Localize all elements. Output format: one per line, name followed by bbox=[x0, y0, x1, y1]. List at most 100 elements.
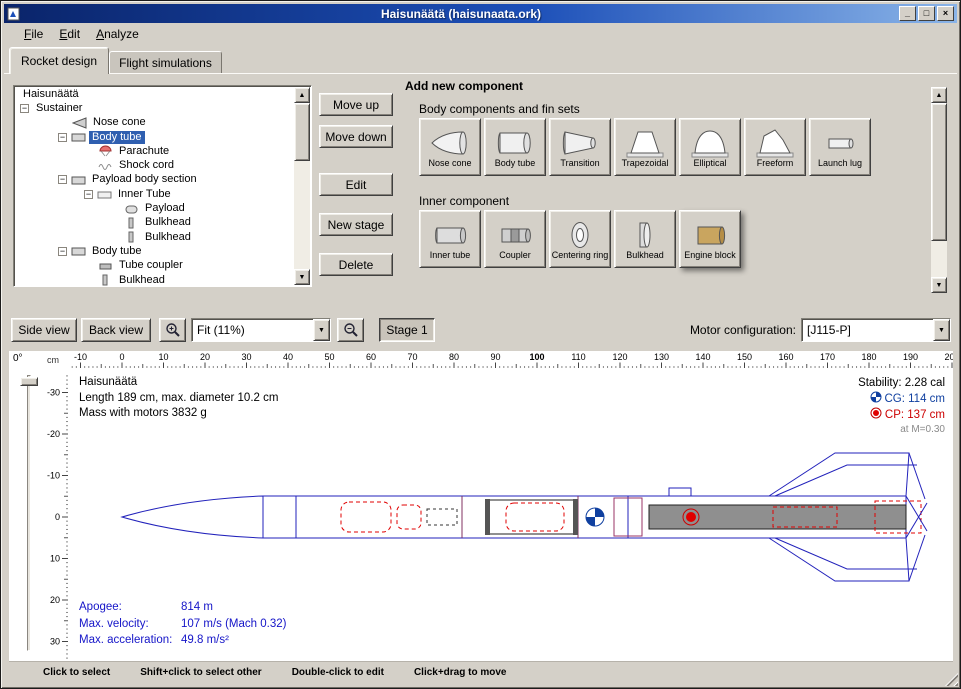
add-freeform-fin-button[interactable]: Freeform bbox=[744, 118, 806, 176]
add-launch-lug-button[interactable]: Launch lug bbox=[809, 118, 871, 176]
side-view-button[interactable]: Side view bbox=[11, 318, 77, 342]
tab-rocket-design[interactable]: Rocket design bbox=[9, 47, 109, 74]
zoom-level-select[interactable]: Fit (11%) ▼ bbox=[191, 318, 331, 342]
add-trapezoidal-fin-button[interactable]: Trapezoidal bbox=[614, 118, 676, 176]
add-component-title: Add new component bbox=[405, 79, 523, 93]
tree-item-payload-body-section[interactable]: − Payload body section bbox=[14, 173, 311, 187]
scrollbar-thumb[interactable] bbox=[294, 103, 310, 161]
svg-text:150: 150 bbox=[737, 352, 752, 362]
svg-text:0: 0 bbox=[119, 352, 124, 362]
horizontal-ruler: -100102030405060708090100110120130140150… bbox=[69, 351, 953, 369]
tree-collapse-toggle[interactable]: − bbox=[58, 175, 67, 184]
tab-flight-simulations[interactable]: Flight simulations bbox=[109, 51, 222, 74]
tree-item-body-tube[interactable]: − Body tube bbox=[14, 130, 311, 144]
flight-summary: Apogee:814 m Max. velocity:107 m/s (Mach… bbox=[79, 599, 286, 649]
add-nose-cone-button[interactable]: Nose cone bbox=[419, 118, 481, 176]
tree-item-bulkhead[interactable]: Bulkhead bbox=[14, 216, 311, 230]
launch-lug-icon bbox=[820, 128, 860, 159]
body-tube-icon bbox=[71, 174, 86, 186]
maximize-icon[interactable]: □ bbox=[918, 6, 935, 21]
svg-text:90: 90 bbox=[490, 352, 500, 362]
rotation-slider-handle[interactable] bbox=[20, 377, 38, 386]
title-bar[interactable]: Haisunäätä (haisunaata.ork) _ □ × bbox=[4, 4, 957, 23]
application-window: Haisunäätä (haisunaata.ork) _ □ × File E… bbox=[0, 0, 961, 689]
status-bar: Click to select Shift+click to select ot… bbox=[9, 661, 953, 683]
stage-1-toggle[interactable]: Stage 1 bbox=[379, 318, 435, 342]
stability-value: Stability: 2.28 cal bbox=[858, 375, 945, 391]
zoom-level-value: Fit (11%) bbox=[197, 323, 245, 337]
chevron-down-icon[interactable]: ▼ bbox=[313, 319, 330, 341]
svg-text:30: 30 bbox=[241, 352, 251, 362]
menu-analyze[interactable]: Analyze bbox=[88, 25, 147, 43]
minimize-icon[interactable]: _ bbox=[899, 6, 916, 21]
edit-button[interactable]: Edit bbox=[319, 173, 393, 196]
add-engine-block-button[interactable]: Engine block bbox=[679, 210, 741, 268]
tree-item-inner-tube[interactable]: − Inner Tube bbox=[14, 187, 311, 201]
tree-item-bulkhead[interactable]: Bulkhead bbox=[14, 230, 311, 244]
scroll-up-icon[interactable]: ▲ bbox=[294, 87, 310, 103]
tree-item-sustainer[interactable]: − Sustainer bbox=[14, 101, 311, 115]
zoom-out-button[interactable] bbox=[337, 318, 364, 342]
app-icon[interactable] bbox=[7, 7, 21, 21]
rotation-slider-track[interactable] bbox=[27, 375, 31, 651]
window-title: Haisunäätä (haisunaata.ork) bbox=[25, 7, 897, 21]
svg-text:160: 160 bbox=[778, 352, 793, 362]
svg-text:-20: -20 bbox=[47, 429, 60, 439]
component-tree: Haisunäätä − Sustainer Nose cone − Body … bbox=[13, 85, 312, 287]
parachute-outline bbox=[341, 502, 391, 532]
rocket-canvas[interactable]: Haisunäätä Length 189 cm, max. diameter … bbox=[69, 369, 953, 661]
hint-drag: Click+drag to move bbox=[414, 667, 507, 678]
tree-item-nose-cone[interactable]: Nose cone bbox=[14, 116, 311, 130]
bulkhead-icon bbox=[98, 274, 113, 286]
svg-text:50: 50 bbox=[324, 352, 334, 362]
svg-text:70: 70 bbox=[407, 352, 417, 362]
tree-item-body-tube-2[interactable]: − Body tube bbox=[14, 244, 311, 258]
tree-item-shock-cord[interactable]: Shock cord bbox=[14, 158, 311, 172]
zoom-in-button[interactable] bbox=[159, 318, 186, 342]
scroll-down-icon[interactable]: ▼ bbox=[294, 269, 310, 285]
add-transition-button[interactable]: Transition bbox=[549, 118, 611, 176]
add-component-scrollbar[interactable]: ▲ ▼ bbox=[931, 87, 947, 293]
tree-collapse-toggle[interactable]: − bbox=[58, 133, 67, 142]
add-elliptical-fin-button[interactable]: Elliptical bbox=[679, 118, 741, 176]
add-bulkhead-button[interactable]: Bulkhead bbox=[614, 210, 676, 268]
tree-item-parachute[interactable]: Parachute bbox=[14, 144, 311, 158]
max-velocity-value: 107 m/s (Mach 0.32) bbox=[181, 616, 286, 633]
move-down-button[interactable]: Move down bbox=[319, 125, 393, 148]
svg-text:-10: -10 bbox=[74, 352, 87, 362]
tree-scrollbar[interactable]: ▲ ▼ bbox=[294, 87, 310, 285]
add-coupler-button[interactable]: Coupler bbox=[484, 210, 546, 268]
trapezoidal-fin-icon bbox=[625, 128, 665, 159]
add-body-tube-button[interactable]: Body tube bbox=[484, 118, 546, 176]
add-inner-tube-button[interactable]: Inner tube bbox=[419, 210, 481, 268]
stability-info: Stability: 2.28 cal CG: 114 cm CP: 137 c… bbox=[858, 375, 945, 437]
rocket-mass: Mass with motors 3832 g bbox=[79, 406, 278, 422]
tree-item-tube-coupler[interactable]: Tube coupler bbox=[14, 259, 311, 273]
scroll-down-icon[interactable]: ▼ bbox=[931, 277, 947, 293]
add-centering-ring-button[interactable]: Centering ring bbox=[549, 210, 611, 268]
scrollbar-thumb[interactable] bbox=[931, 103, 947, 241]
body-components-label: Body components and fin sets bbox=[419, 102, 580, 116]
close-icon[interactable]: × bbox=[937, 6, 954, 21]
tree-collapse-toggle[interactable]: − bbox=[58, 247, 67, 256]
tree-item-bulkhead[interactable]: Bulkhead bbox=[14, 273, 311, 287]
scroll-up-icon[interactable]: ▲ bbox=[931, 87, 947, 103]
svg-text:100: 100 bbox=[529, 352, 544, 362]
menu-file[interactable]: File bbox=[16, 25, 51, 43]
new-stage-button[interactable]: New stage bbox=[319, 213, 393, 236]
menu-edit[interactable]: Edit bbox=[51, 25, 88, 43]
svg-text:140: 140 bbox=[695, 352, 710, 362]
svg-text:10: 10 bbox=[158, 352, 168, 362]
tree-item-root[interactable]: Haisunäätä bbox=[14, 87, 311, 101]
delete-button[interactable]: Delete bbox=[319, 253, 393, 276]
tree-item-payload[interactable]: Payload bbox=[14, 201, 311, 215]
apogee-value: 814 m bbox=[181, 599, 213, 616]
tree-collapse-toggle[interactable]: − bbox=[20, 104, 29, 113]
back-view-button[interactable]: Back view bbox=[81, 318, 151, 342]
motor-configuration-select[interactable]: [J115-P] ▼ bbox=[801, 318, 951, 342]
chevron-down-icon[interactable]: ▼ bbox=[933, 319, 950, 341]
move-up-button[interactable]: Move up bbox=[319, 93, 393, 116]
shock-cord-icon bbox=[98, 160, 113, 172]
tree-collapse-toggle[interactable]: − bbox=[84, 190, 93, 199]
cp-icon bbox=[870, 407, 882, 419]
